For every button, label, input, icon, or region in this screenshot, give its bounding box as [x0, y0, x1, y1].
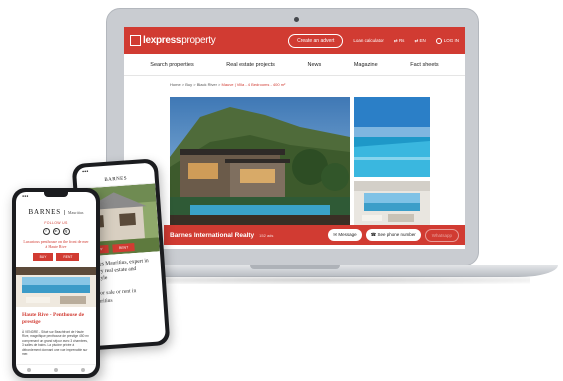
loan-calculator-link[interactable]: Loan calculator	[353, 38, 384, 43]
nav-news[interactable]: News	[307, 62, 321, 68]
site-header: lexpressproperty Create an advert Loan c…	[124, 27, 465, 54]
language-label: EN	[419, 37, 426, 43]
nav-real-estate-projects[interactable]: Real estate projects	[226, 62, 275, 68]
facebook-icon[interactable]: f	[42, 228, 50, 235]
phone-back-rent-button[interactable]: RENT	[112, 243, 135, 253]
nav-fact-sheets[interactable]: Fact sheets	[410, 62, 438, 68]
create-advert-button[interactable]: Create an advert	[288, 33, 344, 48]
site-logo[interactable]: lexpressproperty	[143, 35, 216, 46]
user-icon	[435, 37, 442, 44]
nav-dot-icon[interactable]	[80, 367, 85, 372]
logo-main: lexpress	[143, 35, 182, 46]
breadcrumb: Home > Buy > Black River > Mauve | Villa…	[170, 82, 286, 87]
listing-title[interactable]: Haute Rive - Penthouse de prestige	[16, 307, 96, 327]
brand-sub: Mauritius	[63, 209, 83, 215]
photo-gallery	[170, 97, 430, 229]
logo-icon	[130, 35, 141, 46]
whatsapp-button[interactable]: Whatsapp	[424, 228, 459, 242]
pool-photo[interactable]	[354, 97, 430, 177]
agent-name[interactable]: Barnes International Realty	[170, 232, 254, 239]
brand-main: BARNES	[28, 208, 61, 216]
laptop-shadow	[110, 276, 530, 284]
agent-contact-bar: Barnes International Realty 152 ads ✉ Me…	[164, 225, 465, 245]
currency-selector[interactable]: ⇄ Rs	[394, 38, 405, 44]
interior-photo[interactable]	[354, 181, 430, 229]
buy-button[interactable]: BUY	[32, 253, 54, 262]
breadcrumb-buy[interactable]: Buy	[185, 82, 192, 87]
laptop-screen: lexpressproperty Create an advert Loan c…	[124, 27, 465, 249]
listing-description: À VENDRE - Situé sur Beachfront de Haute…	[22, 329, 89, 356]
phone-front: ●●● BARNES Mauritius FOLLOW US f in ig L…	[12, 188, 100, 378]
camera-icon	[294, 17, 299, 22]
phone-front-screen: ●●● BARNES Mauritius FOLLOW US f in ig L…	[16, 192, 96, 374]
message-label: Message	[338, 232, 357, 237]
phone-notch	[44, 192, 68, 197]
agent-ad-count: 152 ads	[259, 232, 274, 238]
message-button[interactable]: ✉ Message	[328, 229, 362, 241]
breadcrumb-home[interactable]: Home	[170, 82, 181, 87]
nav-dot-icon[interactable]	[27, 367, 32, 372]
currency-label: Rs	[398, 37, 405, 43]
logo-light: property	[181, 35, 216, 46]
social-icons: f in ig	[16, 228, 96, 235]
phone-bottom-bar	[16, 364, 96, 374]
breadcrumb-current: Mauve | Villa - 4 Bedrooms - 400 m²	[221, 82, 286, 87]
phone-front-headline: Luxurious penthouse on the front de mer …	[23, 239, 89, 250]
main-property-photo[interactable]	[170, 97, 350, 229]
nav-search-properties[interactable]: Search properties	[150, 62, 193, 68]
phone-label: See phone number	[377, 232, 416, 237]
laptop-notch	[250, 265, 340, 269]
phone-front-buttons: BUY RENT	[16, 253, 96, 262]
see-phone-button[interactable]: ☎ See phone number	[365, 229, 421, 241]
nav-dot-icon[interactable]	[53, 367, 58, 372]
instagram-icon[interactable]: ig	[62, 228, 70, 235]
stage: lexpressproperty Create an advert Loan c…	[0, 0, 563, 381]
rent-button[interactable]: RENT	[56, 253, 80, 262]
language-selector[interactable]: ⇄ EN	[414, 38, 425, 44]
login-link[interactable]: LOG IN	[444, 38, 459, 43]
follow-us-label: FOLLOW US	[44, 221, 68, 225]
main-nav: Search properties Real estate projects N…	[124, 54, 465, 76]
breadcrumb-location[interactable]: Black River	[197, 82, 217, 87]
phone-front-property-image[interactable]	[16, 267, 96, 308]
phone-front-brand[interactable]: BARNES Mauritius	[16, 201, 96, 219]
nav-magazine[interactable]: Magazine	[354, 62, 378, 68]
linkedin-icon[interactable]: in	[52, 228, 60, 235]
